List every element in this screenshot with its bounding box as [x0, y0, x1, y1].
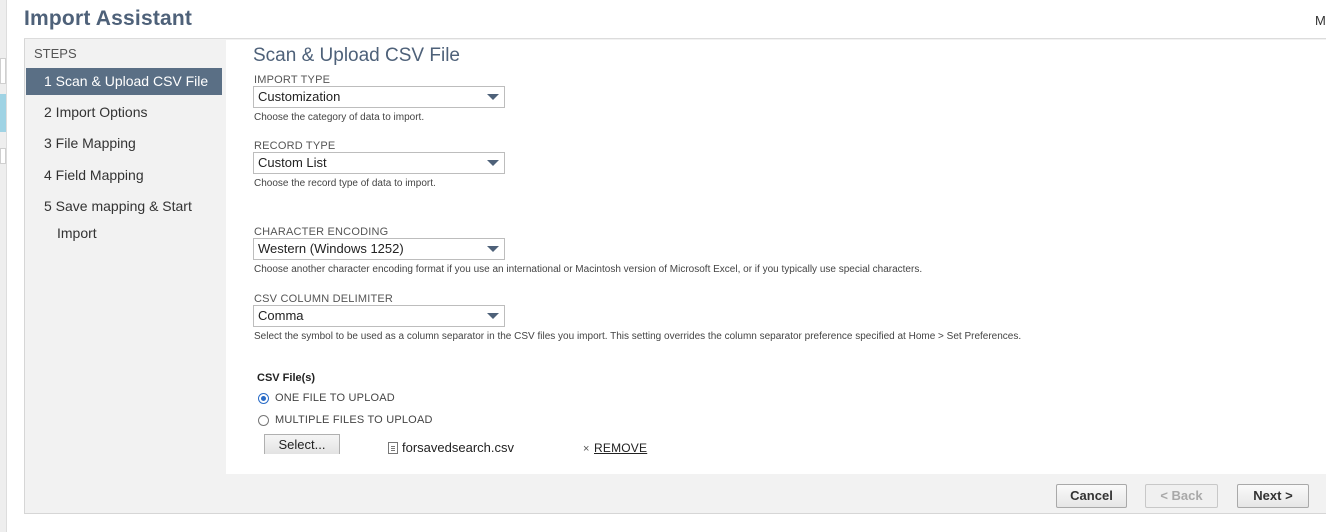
import-type-label: IMPORT TYPE	[254, 74, 331, 86]
one-file-radio[interactable]	[258, 392, 269, 404]
steps-heading: STEPS	[34, 46, 77, 61]
uploaded-file-name: forsavedsearch.csv	[402, 440, 514, 455]
next-button[interactable]: Next >	[1237, 484, 1309, 508]
character-encoding-help: Choose another character encoding format…	[254, 264, 923, 275]
chevron-down-icon	[487, 313, 499, 319]
page-header-title: Import Assistant	[24, 7, 193, 30]
edge-control	[0, 148, 6, 164]
step-save-mapping-line2[interactable]: Import	[26, 225, 222, 241]
steps-sidebar: STEPS 1 Scan & Upload CSV File 2 Import …	[25, 40, 225, 474]
back-button[interactable]: < Back	[1145, 484, 1218, 508]
csv-delimiter-help: Select the symbol to be used as a column…	[254, 331, 1022, 342]
csv-delimiter-label: CSV COLUMN DELIMITER	[254, 293, 394, 305]
file-icon	[388, 442, 398, 454]
one-file-option[interactable]: ONE FILE TO UPLOAD	[258, 392, 395, 404]
step-field-mapping[interactable]: 4 Field Mapping	[26, 167, 222, 183]
window-left-edge	[0, 0, 7, 532]
record-type-value: Custom List	[258, 155, 327, 170]
chevron-down-icon	[487, 246, 499, 252]
page-title: Scan & Upload CSV File	[253, 45, 460, 66]
multiple-files-radio[interactable]	[258, 414, 269, 426]
step-save-mapping[interactable]: 5 Save mapping & Start	[26, 198, 222, 214]
remove-file-link[interactable]: REMOVE	[594, 441, 647, 455]
csv-files-label: CSV File(s)	[257, 372, 316, 384]
character-encoding-label: CHARACTER ENCODING	[254, 226, 389, 238]
csv-delimiter-value: Comma	[258, 308, 304, 323]
import-type-value: Customization	[258, 89, 341, 104]
header-corner-text: M	[1315, 13, 1326, 28]
remove-x-icon[interactable]: ×	[583, 443, 589, 455]
step-import-options[interactable]: 2 Import Options	[26, 104, 222, 120]
record-type-help: Choose the record type of data to import…	[254, 178, 436, 189]
chevron-down-icon	[487, 160, 499, 166]
multiple-files-label: MULTIPLE FILES TO UPLOAD	[275, 414, 433, 426]
multiple-files-option[interactable]: MULTIPLE FILES TO UPLOAD	[258, 414, 433, 426]
one-file-label: ONE FILE TO UPLOAD	[275, 392, 395, 404]
edge-accent	[0, 94, 6, 132]
cancel-button[interactable]: Cancel	[1056, 484, 1127, 508]
select-file-button[interactable]: Select...	[264, 434, 340, 454]
record-type-select[interactable]: Custom List	[253, 152, 505, 174]
main-content: Scan & Upload CSV File IMPORT TYPE Custo…	[226, 40, 1326, 474]
step-scan-upload[interactable]: 1 Scan & Upload CSV File	[26, 68, 222, 95]
import-type-help: Choose the category of data to import.	[254, 112, 425, 123]
import-type-select[interactable]: Customization	[253, 86, 505, 108]
record-type-label: RECORD TYPE	[254, 140, 336, 152]
character-encoding-value: Western (Windows 1252)	[258, 241, 404, 256]
character-encoding-select[interactable]: Western (Windows 1252)	[253, 238, 505, 260]
step-file-mapping[interactable]: 3 File Mapping	[26, 135, 222, 151]
csv-delimiter-select[interactable]: Comma	[253, 305, 505, 327]
edge-control	[0, 58, 6, 84]
chevron-down-icon	[487, 94, 499, 100]
